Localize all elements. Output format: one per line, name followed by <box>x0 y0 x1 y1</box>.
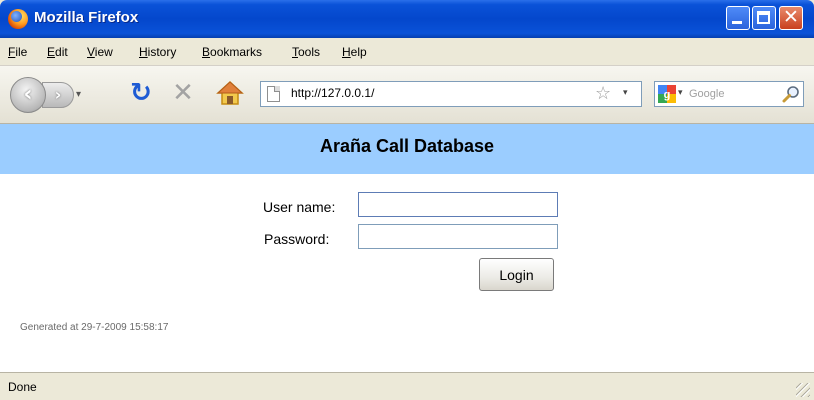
minimize-icon <box>732 21 742 24</box>
page-header: Araña Call Database <box>0 124 814 174</box>
password-label: Password: <box>264 231 330 247</box>
svg-text:g: g <box>664 89 671 101</box>
page-icon <box>267 86 280 102</box>
username-input[interactable] <box>358 192 558 217</box>
menu-item-history[interactable]: History <box>139 45 176 59</box>
status-text: Done <box>8 380 37 394</box>
back-arrow-icon: ‹ <box>23 82 33 107</box>
search-box[interactable]: g ▾ Google <box>654 81 804 107</box>
home-icon[interactable] <box>216 79 244 107</box>
back-button[interactable]: ‹ <box>10 77 46 113</box>
menu-item-file[interactable]: File <box>8 45 27 59</box>
engine-dropdown-icon[interactable]: ▾ <box>678 88 683 98</box>
browser-window: Mozilla Firefox ✕ File Edit View History… <box>0 0 814 400</box>
star-icon[interactable]: ☆ <box>595 83 611 105</box>
close-button[interactable]: ✕ <box>779 6 803 30</box>
close-icon: ✕ <box>783 6 799 28</box>
url-text[interactable]: http://127.0.0.1/ <box>291 86 374 100</box>
status-bar: Done <box>0 372 814 400</box>
google-logo-icon[interactable]: g <box>658 85 676 103</box>
maximize-button[interactable] <box>752 6 776 30</box>
menu-item-help[interactable]: Help <box>342 45 367 59</box>
stop-icon[interactable]: ✕ <box>170 80 196 106</box>
maximize-icon <box>757 11 770 24</box>
login-button[interactable]: Login <box>479 258 554 291</box>
search-placeholder[interactable]: Google <box>689 88 724 100</box>
generated-timestamp: Generated at 29-7-2009 15:58:17 <box>20 322 169 333</box>
reload-icon[interactable]: ↻ <box>128 80 154 106</box>
url-bar[interactable]: http://127.0.0.1/ ☆ ▾ <box>260 81 642 107</box>
back-forward-group: › ‹ ▾ <box>10 77 90 113</box>
page-content: Araña Call Database User name: Password:… <box>0 124 814 372</box>
page-title: Araña Call Database <box>319 136 495 156</box>
password-input[interactable] <box>358 224 558 249</box>
forward-button[interactable]: › <box>42 82 74 108</box>
magnifier-icon[interactable] <box>781 84 801 104</box>
username-label: User name: <box>263 199 336 215</box>
menu-item-view[interactable]: View <box>87 45 113 59</box>
forward-arrow-icon: › <box>54 85 62 104</box>
minimize-button[interactable] <box>726 6 750 30</box>
resize-grip[interactable] <box>796 383 810 397</box>
navigation-toolbar: › ‹ ▾ ↻ ✕ http://127.0.0.1/ ☆ ▾ g ▾ Goog… <box>0 66 814 124</box>
title-bar[interactable]: Mozilla Firefox ✕ <box>0 0 814 38</box>
history-dropdown-icon[interactable]: ▾ <box>76 89 81 100</box>
url-dropdown-icon[interactable]: ▾ <box>623 88 628 98</box>
menu-item-bookmarks[interactable]: Bookmarks <box>202 45 262 59</box>
menu-item-edit[interactable]: Edit <box>47 45 68 59</box>
menu-item-tools[interactable]: Tools <box>292 45 320 59</box>
window-title: Mozilla Firefox <box>34 9 139 26</box>
menu-bar: File Edit View History Bookmarks Tools H… <box>0 38 814 66</box>
firefox-globe-icon <box>11 11 22 22</box>
